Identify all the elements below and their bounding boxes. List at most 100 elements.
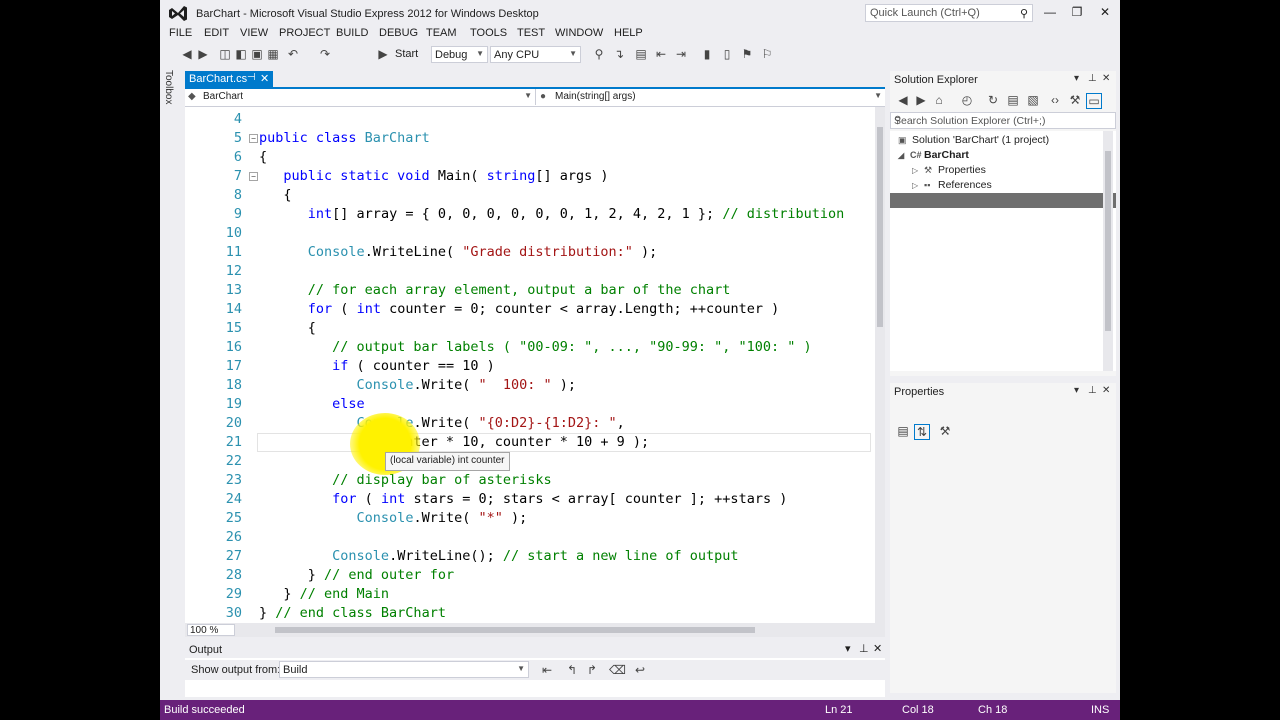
menu-debug[interactable]: DEBUG xyxy=(379,27,418,39)
collapse-outline-icon[interactable]: − xyxy=(249,172,258,181)
tab-barchart-cs[interactable]: BarChart.cs ⊣ ✕ xyxy=(185,71,273,88)
output-source-dropdown[interactable]: Build ▼ xyxy=(279,661,529,678)
code-line[interactable]: 11 Console.WriteLine( "Grade distributio… xyxy=(185,243,875,262)
forward-icon[interactable]: ▶ xyxy=(914,93,928,107)
menu-team[interactable]: TEAM xyxy=(426,27,457,39)
solution-explorer-search[interactable]: Search Solution Explorer (Ctrl+;) ⚲ xyxy=(890,112,1116,129)
code-line[interactable]: 17 if ( counter == 10 ) xyxy=(185,357,875,376)
collapse-all-icon[interactable]: ▤ xyxy=(1006,93,1020,107)
close-window-button[interactable]: ✕ xyxy=(1095,4,1115,20)
code-line[interactable]: 30} // end class BarChart xyxy=(185,604,875,623)
menu-project[interactable]: PROJECT xyxy=(279,27,330,39)
pin-icon[interactable]: ⊥ xyxy=(859,642,869,655)
previous-message-icon[interactable]: ↰ xyxy=(565,663,579,677)
tree-item-solution[interactable]: ▣ Solution 'BarChart' (1 project) xyxy=(898,133,1049,148)
code-line[interactable]: 16 // output bar labels ( "00-09: ", ...… xyxy=(185,338,875,357)
menu-test[interactable]: TEST xyxy=(517,27,545,39)
collapsed-arrow-icon[interactable]: ▷ xyxy=(912,178,924,193)
tree-item-references[interactable]: ▷ ▪▪ References xyxy=(912,178,992,193)
uncomment-icon[interactable]: ▯ xyxy=(720,47,734,61)
alphabetical-icon[interactable]: ⇅ xyxy=(914,424,930,440)
open-file-icon[interactable]: ◧ xyxy=(234,47,248,61)
chevron-down-icon[interactable]: ▾ xyxy=(845,642,851,655)
close-icon[interactable]: ✕ xyxy=(873,642,882,655)
forward-icon[interactable]: ▶ xyxy=(196,47,210,61)
menu-file[interactable]: FILE xyxy=(169,27,192,39)
solution-explorer-scrollbar[interactable] xyxy=(1103,131,1113,371)
pin-icon[interactable]: ⊥ xyxy=(1088,385,1097,396)
minimize-button[interactable]: — xyxy=(1040,4,1060,20)
history-icon[interactable]: ◴ xyxy=(960,93,974,107)
clear-all-icon[interactable]: ⌫ xyxy=(609,663,626,677)
step-icon[interactable]: ↴ xyxy=(612,47,626,61)
menu-tools[interactable]: TOOLS xyxy=(470,27,507,39)
editor-horizontal-scrollbar[interactable]: 100 % xyxy=(185,623,885,637)
tree-item-properties[interactable]: ▷ ⚒ Properties xyxy=(912,163,986,178)
start-button[interactable]: Start xyxy=(395,48,418,60)
restore-button[interactable]: ❐ xyxy=(1067,4,1087,20)
code-line[interactable]: 4 xyxy=(185,110,875,129)
selected-tree-item[interactable] xyxy=(890,193,1116,208)
code-line[interactable]: 27 Console.WriteLine(); // start a new l… xyxy=(185,547,875,566)
back-icon[interactable]: ◀ xyxy=(896,93,910,107)
new-project-icon[interactable]: ◫ xyxy=(218,47,232,61)
pin-icon[interactable]: ⊥ xyxy=(1088,73,1097,84)
find-icon[interactable]: ⚲ xyxy=(592,47,606,61)
code-line[interactable]: 5− public class BarChart xyxy=(185,129,875,148)
code-line[interactable]: 15 { xyxy=(185,319,875,338)
code-line[interactable]: 20 Console.Write( "{0:D2}-{1:D2}: ", xyxy=(185,414,875,433)
word-wrap-icon[interactable]: ↩ xyxy=(633,663,647,677)
code-line[interactable]: 6{ xyxy=(185,148,875,167)
save-all-icon[interactable]: ▦ xyxy=(266,47,280,61)
property-pages-icon[interactable]: ⚒ xyxy=(938,424,952,438)
collapsed-arrow-icon[interactable]: ▷ xyxy=(912,163,924,178)
configuration-dropdown[interactable]: Debug ▼ xyxy=(431,46,488,63)
code-line[interactable]: 21 counter * 10, counter * 10 + 9 ); xyxy=(185,433,875,452)
toolbox-tab[interactable]: Toolbox xyxy=(160,70,180,110)
pin-icon[interactable]: ⊣ xyxy=(247,72,256,83)
outdent-icon[interactable]: ⇤ xyxy=(654,47,668,61)
expanded-arrow-icon[interactable]: ◢ xyxy=(898,148,910,163)
undo-icon[interactable]: ↶ xyxy=(286,47,300,61)
chevron-down-icon[interactable]: ▾ xyxy=(1074,73,1079,84)
code-line[interactable]: 18 Console.Write( " 100: " ); xyxy=(185,376,875,395)
code-line[interactable]: 22 xyxy=(185,452,875,471)
home-icon[interactable]: ⌂ xyxy=(932,93,946,107)
indent-icon[interactable]: ⇥ xyxy=(674,47,688,61)
menu-help[interactable]: HELP xyxy=(614,27,643,39)
code-line[interactable]: 13 // for each array element, output a b… xyxy=(185,281,875,300)
code-line[interactable]: 26 xyxy=(185,528,875,547)
type-dropdown[interactable]: ◆ BarChart ▼ xyxy=(185,89,536,105)
editor-vertical-scrollbar[interactable] xyxy=(875,107,885,623)
bookmark-icon[interactable]: ⚑ xyxy=(740,47,754,61)
menu-build[interactable]: BUILD xyxy=(336,27,368,39)
platform-dropdown[interactable]: Any CPU ▼ xyxy=(490,46,581,63)
zoom-dropdown[interactable]: 100 % xyxy=(187,624,235,636)
close-icon[interactable]: ✕ xyxy=(1102,385,1110,396)
code-line[interactable]: 28 } // end outer for xyxy=(185,566,875,585)
code-line[interactable]: 9 int[] array = { 0, 0, 0, 0, 0, 0, 1, 2… xyxy=(185,205,875,224)
properties-wrench-icon[interactable]: ⚒ xyxy=(1068,93,1082,107)
tree-item-project[interactable]: ◢ C# BarChart xyxy=(898,148,969,163)
show-all-files-icon[interactable]: ▧ xyxy=(1026,93,1040,107)
save-icon[interactable]: ▣ xyxy=(250,47,264,61)
comment-icon[interactable]: ▮ xyxy=(700,47,714,61)
collapse-outline-icon[interactable]: − xyxy=(249,134,258,143)
code-line[interactable]: 19 else xyxy=(185,395,875,414)
preview-selected-icon[interactable]: ▭ xyxy=(1086,93,1102,109)
menu-window[interactable]: WINDOW xyxy=(555,27,603,39)
code-line[interactable]: 25 Console.Write( "*" ); xyxy=(185,509,875,528)
start-play-icon[interactable]: ▶ xyxy=(376,47,390,61)
code-line[interactable]: 23 // display bar of asterisks xyxy=(185,471,875,490)
code-line[interactable]: 7− public static void Main( string[] arg… xyxy=(185,167,875,186)
menu-view[interactable]: VIEW xyxy=(240,27,268,39)
categorized-icon[interactable]: ▤ xyxy=(896,424,910,438)
code-line[interactable]: 14 for ( int counter = 0; counter < arra… xyxy=(185,300,875,319)
scroll-thumb[interactable] xyxy=(1105,151,1111,331)
scroll-thumb[interactable] xyxy=(877,127,883,327)
quick-launch-input[interactable]: Quick Launch (Ctrl+Q) ⚲ xyxy=(865,4,1033,22)
code-line[interactable]: 12 xyxy=(185,262,875,281)
bookmark-next-icon[interactable]: ⚐ xyxy=(760,47,774,61)
code-line[interactable]: 29 } // end Main xyxy=(185,585,875,604)
refresh-icon[interactable]: ↻ xyxy=(986,93,1000,107)
